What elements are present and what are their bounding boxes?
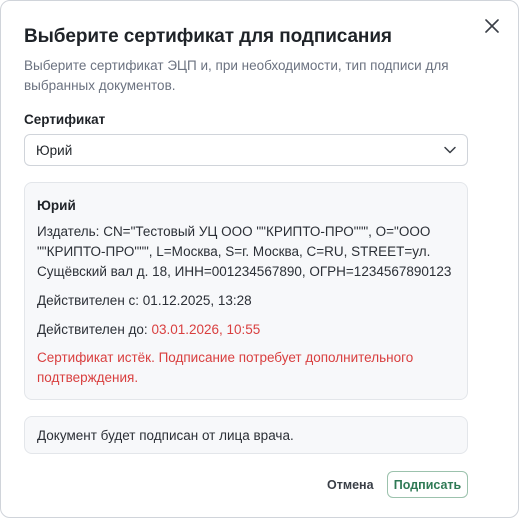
sign-button[interactable]: Подписать <box>387 471 468 498</box>
dialog-title: Выберите сертификат для подписания <box>24 26 392 47</box>
signer-note: Документ будет подписан от лица врача. <box>24 416 468 454</box>
signer-note-text: Документ будет подписан от лица врача. <box>37 427 294 443</box>
certificate-field-label: Сертификат <box>24 112 106 127</box>
valid-to-value: 03.01.2026, 10:55 <box>151 322 261 337</box>
certificate-issuer: Издатель: CN="Тестовый УЦ ООО ""КРИПТО-П… <box>37 224 452 279</box>
dialog-description: Выберите сертификат ЭЦП и, при необходим… <box>24 58 449 93</box>
certificate-select[interactable]: Юрий <box>24 134 468 166</box>
valid-from-value: 01.12.2025, 13:28 <box>142 293 252 308</box>
valid-from-label: Действителен с: <box>37 293 140 308</box>
certificate-dialog: Выберите сертификат для подписания Выбер… <box>0 0 519 518</box>
valid-to-label: Действителен до: <box>37 322 148 337</box>
chevron-down-icon <box>443 143 457 157</box>
certificate-details-card: Юрий Издатель: CN="Тестовый УЦ ООО ""КРИ… <box>24 182 468 400</box>
certificate-expired-warning: Сертификат истёк. Подписание потребует д… <box>37 350 414 385</box>
certificate-name: Юрий <box>37 198 76 213</box>
certificate-valid-from: Действителен с: 01.12.2025, 13:28 <box>37 291 455 311</box>
certificate-valid-to: Действителен до: 03.01.2026, 10:55 <box>37 320 455 340</box>
close-icon <box>485 19 499 33</box>
certificate-select-value: Юрий <box>36 142 73 158</box>
cancel-button[interactable]: Отмена <box>319 471 382 499</box>
close-button[interactable] <box>482 16 502 36</box>
